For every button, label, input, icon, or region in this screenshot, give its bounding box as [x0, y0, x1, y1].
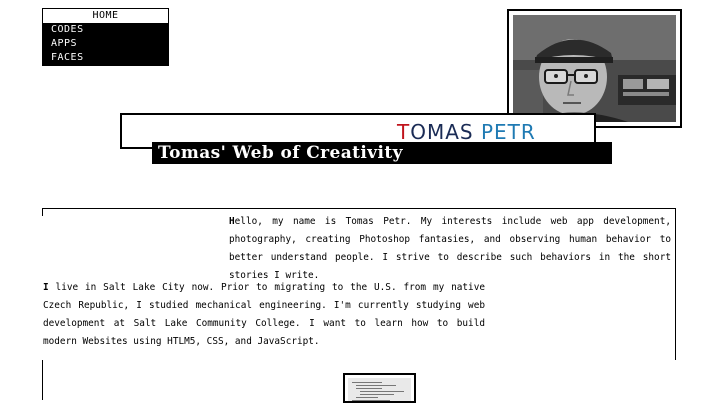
nav-faces[interactable]: FACES	[43, 51, 168, 65]
content-divider-left	[42, 208, 43, 216]
name-rest-first: OMAS	[410, 120, 481, 144]
main-nav: HOME CODES APPS FACES	[42, 8, 169, 66]
portrait-photo	[513, 15, 676, 122]
intro-text: ello, my name is Tomas Petr. My interest…	[229, 216, 671, 281]
section-divider-left	[42, 360, 43, 400]
name-initial: T	[397, 120, 411, 144]
content-divider-top	[42, 208, 676, 209]
nav-apps[interactable]: APPS	[43, 37, 168, 51]
tagline-bar: Tomas' Web of Creativity	[152, 142, 612, 164]
portrait-image	[513, 15, 676, 122]
nav-home[interactable]: HOME	[43, 9, 168, 23]
portrait-frame	[507, 9, 682, 128]
content-divider-right	[675, 208, 676, 360]
bio-text: live in Salt Lake City now. Prior to mig…	[43, 282, 485, 347]
code-preview	[348, 378, 411, 401]
name-last: PETR	[480, 120, 536, 144]
nav-codes[interactable]: CODES	[43, 23, 168, 37]
site-tagline: Tomas' Web of Creativity	[158, 143, 403, 163]
bio-paragraph: I live in Salt Lake City now. Prior to m…	[43, 279, 485, 351]
code-thumbnail[interactable]	[343, 373, 416, 403]
intro-paragraph: Hello, my name is Tomas Petr. My interes…	[229, 213, 671, 285]
